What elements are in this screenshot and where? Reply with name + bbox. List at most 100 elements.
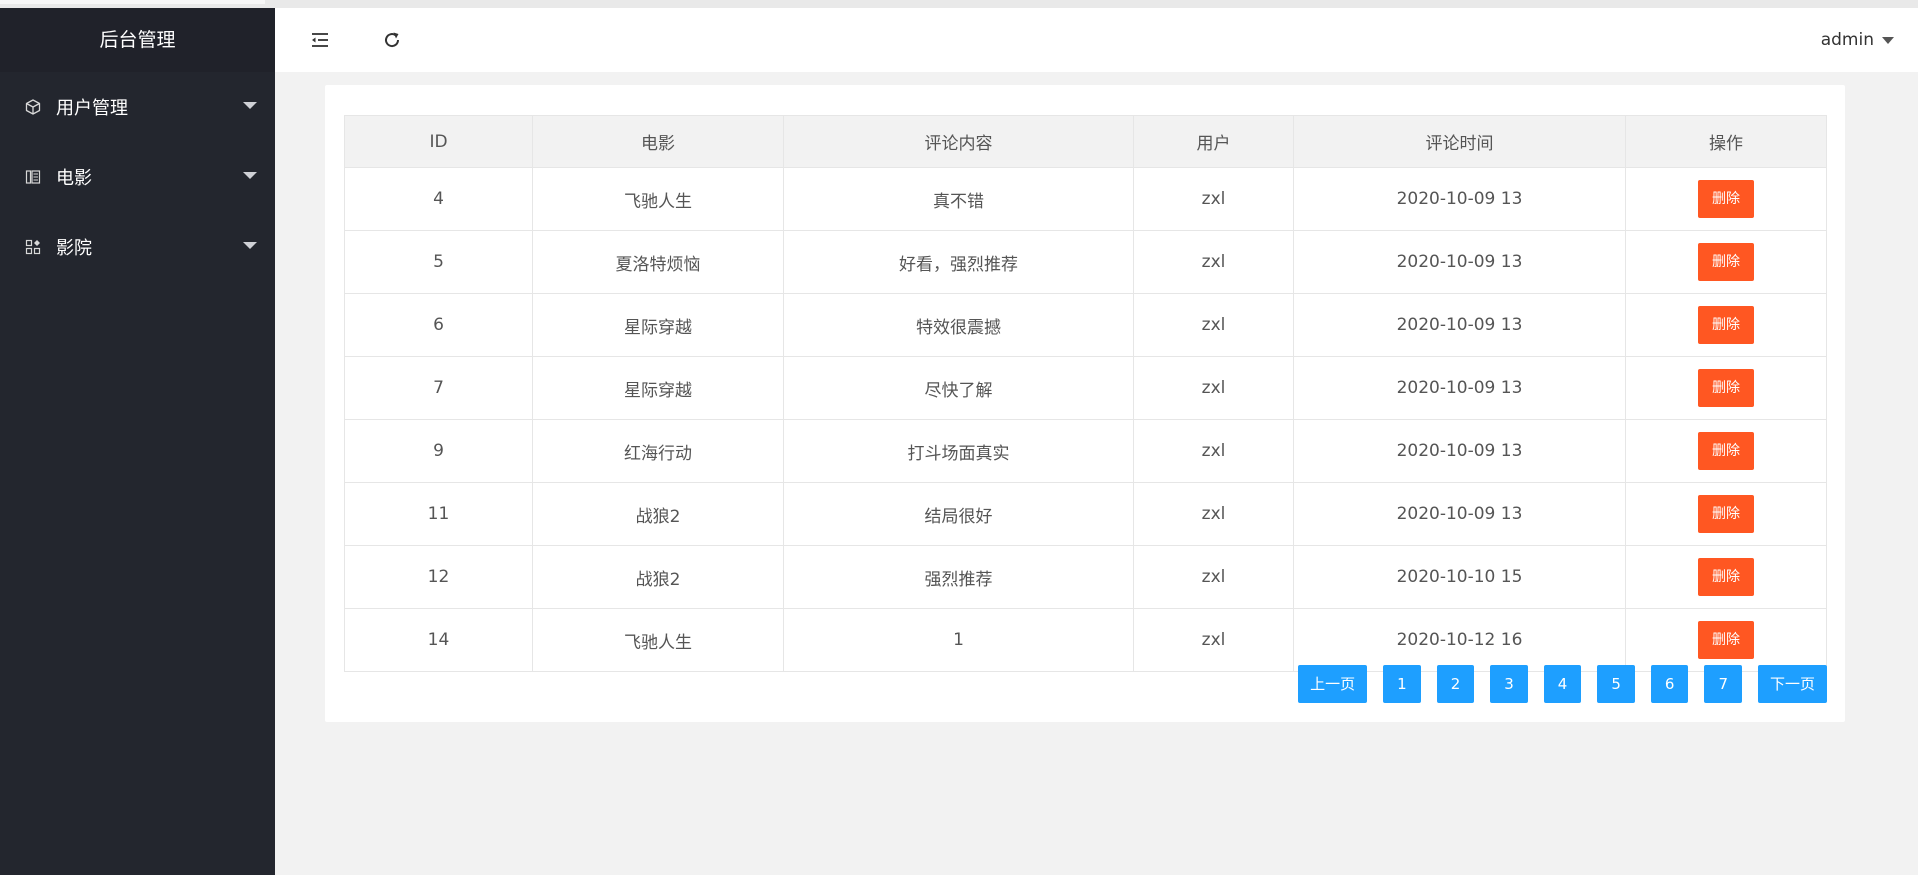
chevron-down-icon [243, 102, 257, 109]
table-row: 6 星际穿越 特效很震撼 zxl 2020-10-09 13 删除 [344, 293, 1827, 357]
cell-movie: 星际穿越 [532, 293, 784, 357]
cell-id: 6 [344, 293, 533, 357]
table-row: 12 战狼2 强烈推荐 zxl 2020-10-10 15 删除 [344, 545, 1827, 609]
page-button[interactable]: 4 [1543, 665, 1582, 703]
cell-action: 删除 [1625, 167, 1827, 231]
cell-time: 2020-10-09 13 [1293, 230, 1626, 294]
next-page-button[interactable]: 下一页 [1757, 665, 1827, 703]
sidebar-item-cinema[interactable]: 影院 [0, 212, 275, 282]
delete-button[interactable]: 删除 [1698, 558, 1754, 596]
cell-comment: 特效很震撼 [783, 293, 1134, 357]
username: admin [1820, 30, 1874, 50]
cell-movie: 战狼2 [532, 482, 784, 546]
cell-movie: 战狼2 [532, 545, 784, 609]
cell-user: zxl [1133, 230, 1294, 294]
cell-time: 2020-10-09 13 [1293, 167, 1626, 231]
col-header-time: 评论时间 [1293, 115, 1626, 168]
cube-icon [24, 98, 42, 116]
delete-button[interactable]: 删除 [1698, 621, 1754, 659]
cell-movie: 飞驰人生 [532, 608, 784, 672]
pagination: 上一页 1 2 3 4 5 6 7 下一页 [1298, 665, 1827, 703]
browser-top-strip [0, 0, 1918, 8]
sidebar-item-user-management[interactable]: 用户管理 [0, 72, 275, 142]
page-button[interactable]: 7 [1704, 665, 1742, 703]
brand-title: 后台管理 [0, 8, 275, 72]
table-row: 11 战狼2 结局很好 zxl 2020-10-09 13 删除 [344, 482, 1827, 546]
delete-button[interactable]: 删除 [1698, 180, 1754, 218]
cell-user: zxl [1133, 482, 1294, 546]
cell-action: 删除 [1625, 293, 1827, 357]
cell-time: 2020-10-09 13 [1293, 356, 1626, 420]
table-row: 4 飞驰人生 真不错 zxl 2020-10-09 13 删除 [344, 167, 1827, 231]
table-row: 9 红海行动 打斗场面真实 zxl 2020-10-09 13 删除 [344, 419, 1827, 483]
cell-user: zxl [1133, 545, 1294, 609]
cell-comment: 尽快了解 [783, 356, 1134, 420]
apps-icon [24, 238, 42, 256]
cell-user: zxl [1133, 419, 1294, 483]
cell-id: 7 [344, 356, 533, 420]
cell-id: 11 [344, 482, 533, 546]
delete-button[interactable]: 删除 [1698, 495, 1754, 533]
cell-time: 2020-10-10 15 [1293, 545, 1626, 609]
menu-shrink-icon[interactable] [306, 26, 334, 54]
cell-action: 删除 [1625, 419, 1827, 483]
cell-action: 删除 [1625, 608, 1827, 672]
cell-action: 删除 [1625, 356, 1827, 420]
cell-time: 2020-10-09 13 [1293, 482, 1626, 546]
delete-button[interactable]: 删除 [1698, 243, 1754, 281]
page-button[interactable]: 3 [1490, 665, 1528, 703]
cell-user: zxl [1133, 608, 1294, 672]
cell-user: zxl [1133, 356, 1294, 420]
cell-action: 删除 [1625, 230, 1827, 294]
table-row: 7 星际穿越 尽快了解 zxl 2020-10-09 13 删除 [344, 356, 1827, 420]
prev-page-button[interactable]: 上一页 [1298, 665, 1368, 703]
browser-tab-strip [0, 0, 265, 4]
cell-time: 2020-10-09 13 [1293, 419, 1626, 483]
cell-user: zxl [1133, 167, 1294, 231]
page-button[interactable]: 2 [1436, 665, 1475, 703]
cell-comment: 1 [783, 608, 1134, 672]
page-button[interactable]: 1 [1383, 665, 1421, 703]
content-card: ID 电影 评论内容 用户 评论时间 操作 4 飞驰人生 真不错 zxl 202… [325, 85, 1845, 722]
delete-button[interactable]: 删除 [1698, 306, 1754, 344]
page-button[interactable]: 6 [1650, 665, 1689, 703]
page-button[interactable]: 5 [1597, 665, 1635, 703]
delete-button[interactable]: 删除 [1698, 369, 1754, 407]
chevron-down-icon [243, 242, 257, 249]
sidebar-item-label: 用户管理 [56, 98, 128, 119]
cell-comment: 结局很好 [783, 482, 1134, 546]
col-header-comment: 评论内容 [783, 115, 1134, 168]
cell-movie: 星际穿越 [532, 356, 784, 420]
table-row: 14 飞驰人生 1 zxl 2020-10-12 16 删除 [344, 608, 1827, 672]
cell-movie: 飞驰人生 [532, 167, 784, 231]
cell-user: zxl [1133, 293, 1294, 357]
sidebar: 后台管理 用户管理 电影 影院 [0, 8, 275, 875]
table-row: 5 夏洛特烦恼 好看，强烈推荐 zxl 2020-10-09 13 删除 [344, 230, 1827, 294]
cell-id: 9 [344, 419, 533, 483]
cell-comment: 真不错 [783, 167, 1134, 231]
col-header-id: ID [344, 115, 533, 168]
col-header-action: 操作 [1625, 115, 1827, 168]
chevron-down-icon [1882, 36, 1894, 44]
refresh-icon[interactable] [378, 26, 406, 54]
cell-comment: 打斗场面真实 [783, 419, 1134, 483]
cell-action: 删除 [1625, 482, 1827, 546]
delete-button[interactable]: 删除 [1698, 432, 1754, 470]
col-header-user: 用户 [1133, 115, 1294, 168]
sidebar-item-label: 电影 [56, 168, 92, 189]
cell-comment: 好看，强烈推荐 [783, 230, 1134, 294]
table-header-row: ID 电影 评论内容 用户 评论时间 操作 [344, 115, 1827, 168]
comments-table: ID 电影 评论内容 用户 评论时间 操作 4 飞驰人生 真不错 zxl 202… [344, 115, 1827, 672]
cell-id: 12 [344, 545, 533, 609]
film-icon [24, 168, 42, 186]
cell-time: 2020-10-09 13 [1293, 293, 1626, 357]
cell-id: 14 [344, 608, 533, 672]
sidebar-item-movie[interactable]: 电影 [0, 142, 275, 212]
cell-movie: 红海行动 [532, 419, 784, 483]
cell-comment: 强烈推荐 [783, 545, 1134, 609]
sidebar-item-label: 影院 [56, 238, 92, 259]
cell-movie: 夏洛特烦恼 [532, 230, 784, 294]
user-menu[interactable]: admin [1821, 30, 1894, 50]
col-header-movie: 电影 [532, 115, 784, 168]
cell-time: 2020-10-12 16 [1293, 608, 1626, 672]
